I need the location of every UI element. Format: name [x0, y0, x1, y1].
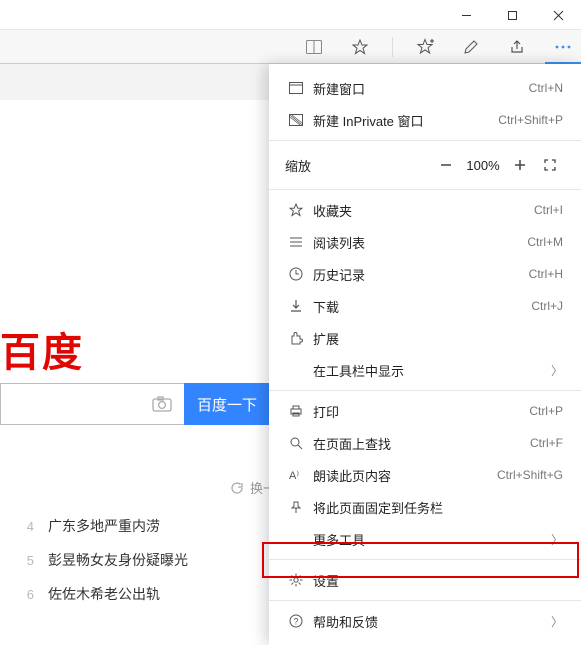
menu-label: 扩展 — [313, 329, 563, 348]
browser-toolbar — [0, 30, 581, 64]
download-icon — [285, 299, 307, 313]
menu-more-tools[interactable]: 更多工具 〉 — [269, 523, 581, 555]
help-icon: ? — [285, 614, 307, 628]
menu-reading-list[interactable]: 阅读列表 Ctrl+M — [269, 226, 581, 258]
menu-show-in-toolbar[interactable]: 在工具栏中显示 〉 — [269, 354, 581, 386]
menu-label: 下载 — [313, 297, 531, 316]
news-text: 彭昱畅女友身份疑曝光 — [48, 550, 188, 570]
search-input[interactable] — [0, 383, 184, 425]
menu-zoom-row: 缩放 100% — [269, 145, 581, 185]
menu-shortcut: Ctrl+M — [527, 235, 563, 249]
title-bar — [0, 0, 581, 30]
menu-shortcut: Ctrl+H — [529, 267, 563, 281]
pin-icon — [285, 500, 307, 514]
menu-shortcut: Ctrl+N — [529, 81, 563, 95]
menu-help[interactable]: ? 帮助和反馈 〉 — [269, 605, 581, 637]
search-button[interactable]: 百度一下 — [184, 383, 270, 425]
close-window-button[interactable] — [535, 0, 581, 30]
notes-icon[interactable] — [457, 33, 485, 61]
menu-shortcut: Ctrl+P — [529, 404, 563, 418]
news-item[interactable]: 4 广东多地严重内涝 — [20, 516, 160, 536]
menu-label: 新建窗口 — [313, 79, 529, 98]
camera-icon[interactable] — [152, 396, 172, 412]
menu-read-aloud[interactable]: A⁾ 朗读此页内容 Ctrl+Shift+G — [269, 459, 581, 491]
minimize-button[interactable] — [443, 0, 489, 30]
svg-text:A⁾: A⁾ — [289, 470, 299, 482]
print-icon — [285, 404, 307, 418]
search-box: 百度一下 — [0, 383, 270, 425]
history-icon — [285, 267, 307, 281]
star-icon — [285, 203, 307, 217]
extensions-icon — [285, 331, 307, 345]
menu-label: 打印 — [313, 402, 529, 421]
menu-label: 设置 — [313, 571, 563, 590]
menu-label: 朗读此页内容 — [313, 466, 497, 485]
menu-history[interactable]: 历史记录 Ctrl+H — [269, 258, 581, 290]
menu-new-inprivate[interactable]: 新建 InPrivate 窗口 Ctrl+Shift+P — [269, 104, 581, 136]
chevron-right-icon: 〉 — [551, 362, 563, 379]
zoom-label: 缩放 — [285, 156, 431, 175]
read-aloud-icon: A⁾ — [285, 468, 307, 482]
svg-text:?: ? — [294, 617, 299, 627]
reading-list-icon — [285, 236, 307, 248]
menu-shortcut: Ctrl+Shift+P — [498, 113, 563, 127]
menu-pin[interactable]: 将此页面固定到任务栏 — [269, 491, 581, 523]
menu-new-window[interactable]: 新建窗口 Ctrl+N — [269, 72, 581, 104]
menu-label: 更多工具 — [313, 530, 551, 549]
chevron-right-icon: 〉 — [551, 613, 563, 630]
menu-label: 阅读列表 — [313, 233, 527, 252]
menu-favorites[interactable]: 收藏夹 Ctrl+I — [269, 194, 581, 226]
menu-shortcut: Ctrl+I — [534, 203, 563, 217]
menu-label: 在工具栏中显示 — [313, 361, 551, 380]
fullscreen-button[interactable] — [535, 150, 565, 180]
menu-print[interactable]: 打印 Ctrl+P — [269, 395, 581, 427]
news-rank: 5 — [20, 553, 34, 568]
menu-settings[interactable]: 设置 — [269, 564, 581, 596]
menu-shortcut: Ctrl+F — [530, 436, 563, 450]
chevron-right-icon: 〉 — [551, 531, 563, 548]
menu-label: 历史记录 — [313, 265, 529, 284]
news-rank: 4 — [20, 519, 34, 534]
reading-view-icon[interactable] — [300, 33, 328, 61]
news-text: 广东多地严重内涝 — [48, 516, 160, 536]
menu-label: 收藏夹 — [313, 201, 534, 220]
zoom-out-button[interactable] — [431, 150, 461, 180]
gear-icon — [285, 573, 307, 587]
news-text: 佐佐木希老公出轨 — [48, 584, 160, 604]
window-icon — [285, 82, 307, 94]
refresh-icon — [230, 481, 244, 495]
settings-menu: 新建窗口 Ctrl+N 新建 InPrivate 窗口 Ctrl+Shift+P… — [269, 64, 581, 645]
menu-find[interactable]: 在页面上查找 Ctrl+F — [269, 427, 581, 459]
menu-label: 将此页面固定到任务栏 — [313, 498, 563, 517]
favorite-star-icon[interactable] — [346, 33, 374, 61]
share-icon[interactable] — [503, 33, 531, 61]
menu-label: 在页面上查找 — [313, 434, 530, 453]
baidu-logo: 百度 — [0, 320, 84, 378]
menu-shortcut: Ctrl+Shift+G — [497, 468, 563, 482]
add-favorite-icon[interactable] — [411, 33, 439, 61]
menu-label: 帮助和反馈 — [313, 612, 551, 631]
maximize-button[interactable] — [489, 0, 535, 30]
news-item[interactable]: 5 彭昱畅女友身份疑曝光 — [20, 550, 188, 570]
zoom-value: 100% — [461, 158, 505, 173]
menu-extensions[interactable]: 扩展 — [269, 322, 581, 354]
zoom-in-button[interactable] — [505, 150, 535, 180]
search-icon — [285, 436, 307, 450]
news-item[interactable]: 6 佐佐木希老公出轨 — [20, 584, 160, 604]
news-rank: 6 — [20, 587, 34, 602]
menu-downloads[interactable]: 下载 Ctrl+J — [269, 290, 581, 322]
more-button[interactable] — [549, 33, 577, 61]
menu-label: 新建 InPrivate 窗口 — [313, 111, 498, 130]
inprivate-icon — [285, 114, 307, 126]
menu-shortcut: Ctrl+J — [531, 299, 563, 313]
